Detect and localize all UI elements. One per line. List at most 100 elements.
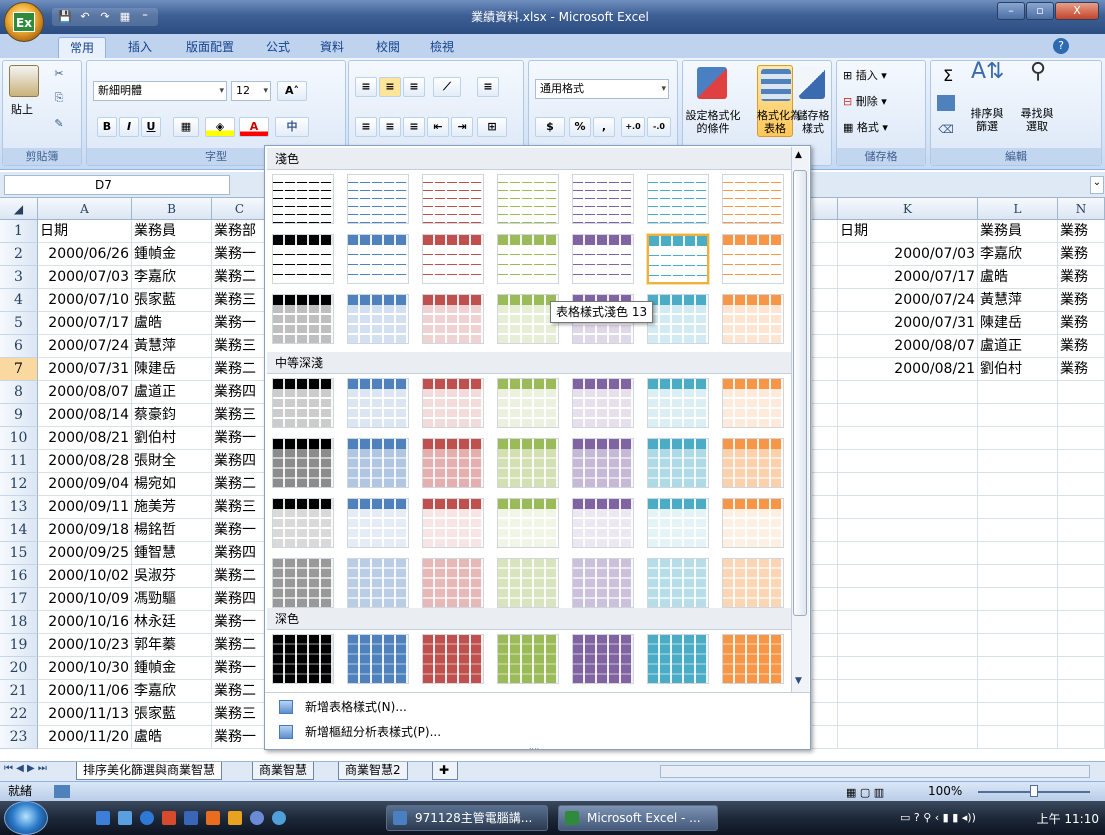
table-style-swatch[interactable] bbox=[422, 294, 484, 344]
cell-salesperson[interactable]: 馮勁驅 bbox=[132, 588, 212, 611]
start-button[interactable] bbox=[4, 801, 48, 835]
cell-date[interactable]: 2000/11/06 bbox=[38, 680, 132, 703]
cell-date-k[interactable] bbox=[838, 381, 978, 404]
binoculars-icon[interactable]: ⚲ bbox=[1023, 61, 1053, 83]
cell-date[interactable]: 2000/08/07 bbox=[38, 381, 132, 404]
cell-salesperson-l[interactable] bbox=[978, 473, 1058, 496]
cell-date-k[interactable] bbox=[838, 427, 978, 450]
table-style-swatch[interactable] bbox=[647, 378, 709, 428]
cell-date[interactable]: 日期 bbox=[38, 220, 132, 243]
cell-date-k[interactable]: 2000/07/24 bbox=[838, 289, 978, 312]
table-style-swatch[interactable] bbox=[347, 498, 409, 548]
cell-salesperson[interactable]: 業務員 bbox=[132, 220, 212, 243]
cell-department[interactable]: 業務三 bbox=[212, 289, 268, 312]
cell-date[interactable]: 2000/08/21 bbox=[38, 427, 132, 450]
table-style-swatch[interactable] bbox=[272, 174, 334, 224]
table-style-swatch[interactable] bbox=[497, 498, 559, 548]
cell-salesperson[interactable]: 盧皓 bbox=[132, 312, 212, 335]
cell-salesperson[interactable]: 張財全 bbox=[132, 450, 212, 473]
cell-department-m[interactable]: 業務 bbox=[1058, 358, 1105, 381]
cell-date-k[interactable] bbox=[838, 703, 978, 726]
table-style-swatch[interactable] bbox=[347, 558, 409, 608]
row-header[interactable]: 9 bbox=[0, 404, 38, 427]
column-header-b[interactable]: B bbox=[132, 198, 212, 220]
row-header[interactable]: 17 bbox=[0, 588, 38, 611]
table-style-swatch[interactable] bbox=[647, 174, 709, 224]
cell-department-m[interactable]: 業務 bbox=[1058, 335, 1105, 358]
row-header[interactable]: 15 bbox=[0, 542, 38, 565]
delete-cells-button[interactable]: ⊟ 刪除 ▾ bbox=[843, 95, 913, 108]
cell-j[interactable] bbox=[812, 427, 838, 450]
macro-record-icon[interactable] bbox=[54, 785, 70, 798]
cell-department-m[interactable] bbox=[1058, 519, 1105, 542]
bold-button[interactable]: B bbox=[97, 117, 117, 137]
cell-department-m[interactable] bbox=[1058, 496, 1105, 519]
number-format-select[interactable]: 通用格式 ▾ bbox=[535, 79, 669, 99]
cell-date[interactable]: 2000/08/28 bbox=[38, 450, 132, 473]
cell-date-k[interactable] bbox=[838, 657, 978, 680]
table-style-swatch[interactable] bbox=[347, 174, 409, 224]
table-style-swatch[interactable] bbox=[647, 558, 709, 608]
horizontal-scrollbar[interactable] bbox=[660, 765, 1090, 778]
cell-j[interactable] bbox=[812, 611, 838, 634]
minimize-button[interactable]: – bbox=[997, 2, 1025, 20]
sheet-tab-1[interactable]: 排序美化篩選與商業智慧 bbox=[76, 762, 223, 780]
resize-grip-icon[interactable]: .... bbox=[529, 742, 539, 751]
insert-cells-button[interactable]: ⊞ 插入 ▾ bbox=[843, 69, 913, 82]
cell-date[interactable]: 2000/07/17 bbox=[38, 312, 132, 335]
expand-formula-bar-icon[interactable]: ⌄ bbox=[1090, 176, 1104, 194]
table-style-swatch[interactable] bbox=[572, 378, 634, 428]
cell-salesperson-l[interactable] bbox=[978, 588, 1058, 611]
table-style-swatch[interactable] bbox=[572, 498, 634, 548]
table-style-swatch[interactable] bbox=[722, 294, 784, 344]
cell-salesperson[interactable]: 張家藍 bbox=[132, 703, 212, 726]
scroll-down-icon[interactable]: ▼ bbox=[795, 676, 802, 686]
row-header[interactable]: 8 bbox=[0, 381, 38, 404]
cell-department-m[interactable] bbox=[1058, 703, 1105, 726]
new-table-style-item[interactable]: 新增表格樣式(N)... bbox=[279, 696, 407, 718]
row-header[interactable]: 18 bbox=[0, 611, 38, 634]
cell-date[interactable]: 2000/07/24 bbox=[38, 335, 132, 358]
cell-j[interactable] bbox=[812, 703, 838, 726]
table-style-swatch[interactable] bbox=[497, 558, 559, 608]
table-style-swatch[interactable] bbox=[647, 634, 709, 684]
help-icon[interactable]: ? bbox=[1053, 38, 1069, 54]
cell-salesperson-l[interactable] bbox=[978, 450, 1058, 473]
table-style-swatch[interactable] bbox=[572, 234, 634, 284]
cell-date-k[interactable]: 2000/07/17 bbox=[838, 266, 978, 289]
cell-salesperson[interactable]: 楊宛如 bbox=[132, 473, 212, 496]
table-style-swatch[interactable] bbox=[497, 234, 559, 284]
cell-date[interactable]: 2000/06/26 bbox=[38, 243, 132, 266]
table-style-swatch[interactable] bbox=[347, 234, 409, 284]
quicklaunch-app5-icon[interactable] bbox=[250, 811, 264, 825]
table-style-swatch[interactable] bbox=[422, 378, 484, 428]
cell-salesperson[interactable]: 李嘉欣 bbox=[132, 266, 212, 289]
cell-salesperson[interactable]: 林永廷 bbox=[132, 611, 212, 634]
align-center-icon[interactable]: ≡ bbox=[379, 117, 401, 137]
cell-department[interactable]: 業務一 bbox=[212, 519, 268, 542]
increase-indent-icon[interactable]: ⇥ bbox=[451, 117, 473, 137]
cell-salesperson-l[interactable] bbox=[978, 496, 1058, 519]
table-style-swatch[interactable] bbox=[572, 174, 634, 224]
table-style-swatch[interactable] bbox=[272, 558, 334, 608]
cell-salesperson-l[interactable] bbox=[978, 611, 1058, 634]
cell-salesperson-l[interactable] bbox=[978, 427, 1058, 450]
cell-department-m[interactable]: 業務 bbox=[1058, 220, 1105, 243]
row-header[interactable]: 2 bbox=[0, 243, 38, 266]
cell-salesperson-l[interactable]: 業務員 bbox=[978, 220, 1058, 243]
column-header-c[interactable]: C bbox=[212, 198, 268, 220]
tab-home[interactable]: 常用 bbox=[58, 37, 106, 58]
table-style-swatch[interactable] bbox=[422, 498, 484, 548]
sheet-tab-3[interactable]: 商業智慧2 bbox=[338, 762, 408, 780]
cell-salesperson[interactable]: 鍾幀金 bbox=[132, 243, 212, 266]
cell-salesperson-l[interactable] bbox=[978, 542, 1058, 565]
cell-salesperson-l[interactable] bbox=[978, 565, 1058, 588]
decrease-decimal-button[interactable]: -.0 bbox=[647, 117, 671, 137]
cell-salesperson[interactable]: 鍾智慧 bbox=[132, 542, 212, 565]
font-size-select[interactable]: 12 ▾ bbox=[231, 81, 271, 101]
cell-date-k[interactable] bbox=[838, 680, 978, 703]
percent-button[interactable]: % bbox=[569, 117, 591, 137]
cell-department[interactable]: 業務部 bbox=[212, 220, 268, 243]
cell-date-k[interactable]: 2000/07/03 bbox=[838, 243, 978, 266]
cut-icon[interactable]: ✂ bbox=[51, 67, 67, 83]
